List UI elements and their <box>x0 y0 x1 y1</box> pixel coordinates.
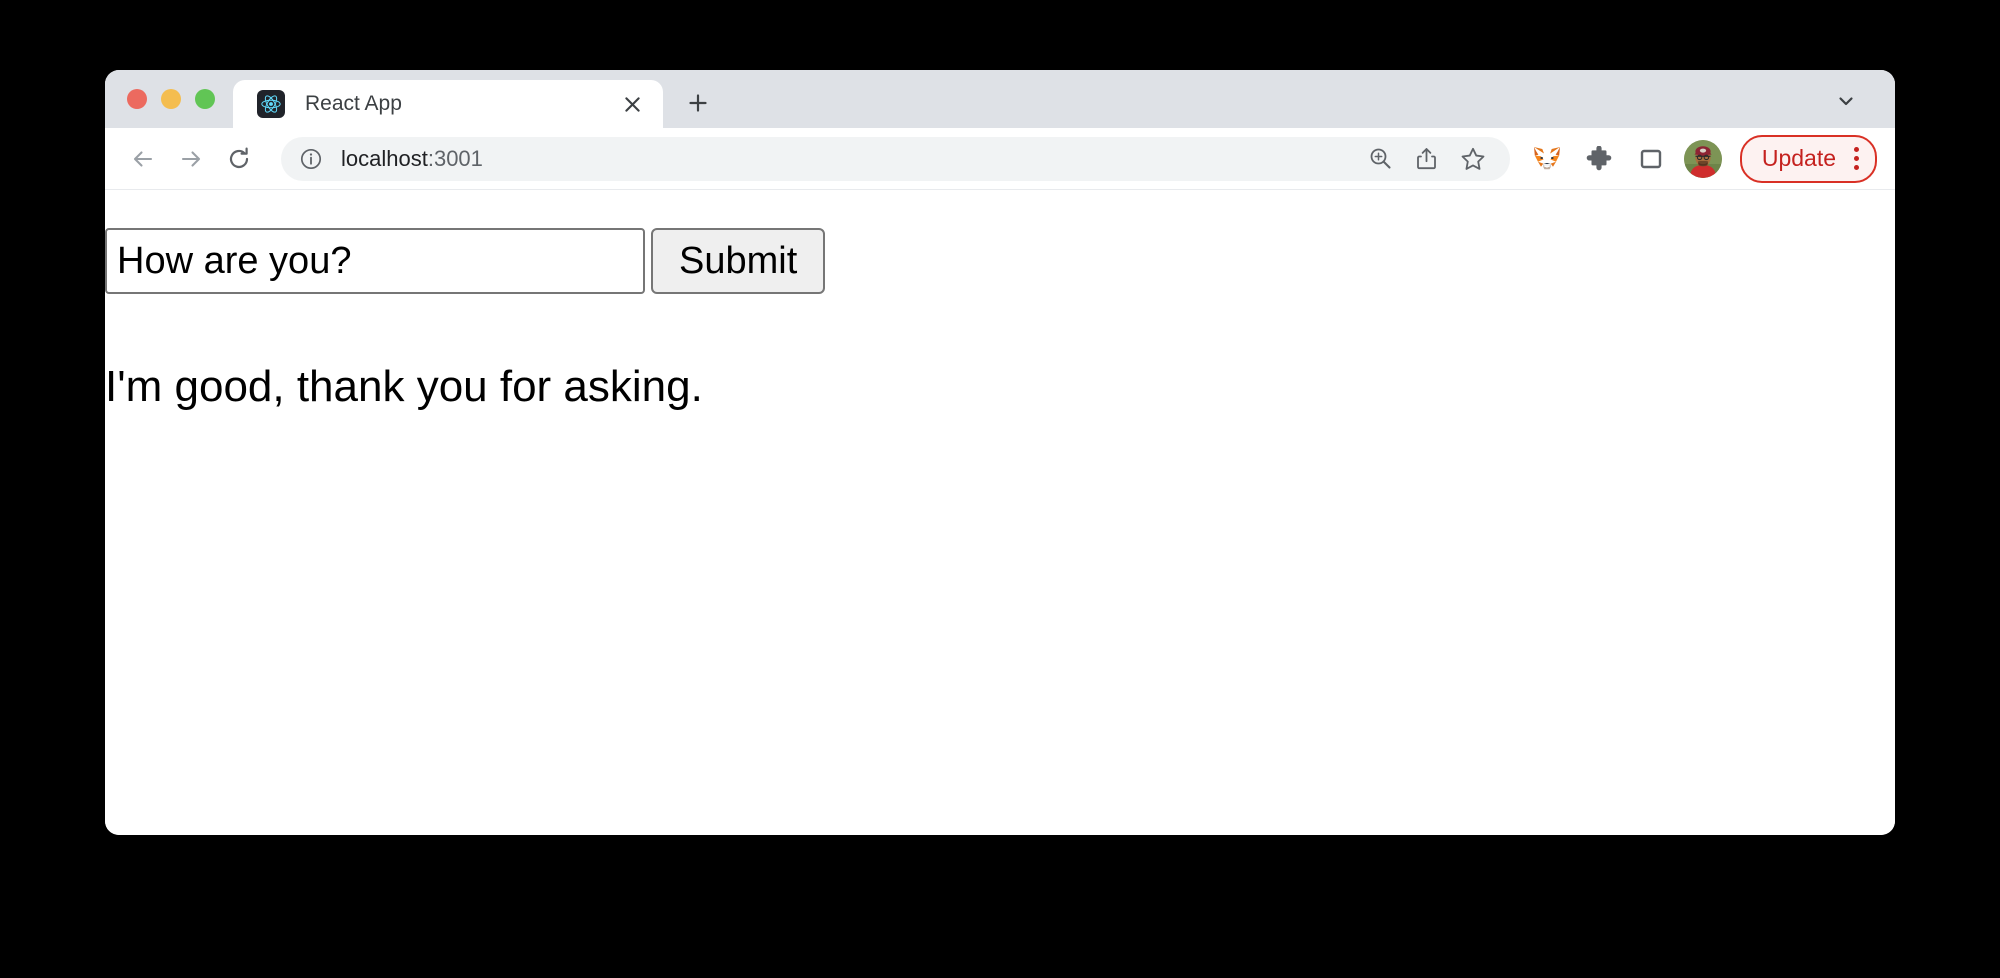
info-circle-icon[interactable] <box>297 145 325 173</box>
side-panel-icon[interactable] <box>1628 136 1674 182</box>
page-viewport: Submit I'm good, thank you for asking. <box>105 190 1895 835</box>
puzzle-piece-icon[interactable] <box>1576 136 1622 182</box>
tab-strip: React App <box>105 70 1895 128</box>
share-icon[interactable] <box>1406 138 1448 180</box>
omnibox-actions <box>1360 138 1494 180</box>
new-tab-button[interactable] <box>677 82 719 124</box>
submit-button[interactable]: Submit <box>651 228 826 294</box>
url-host: localhost <box>341 145 428 171</box>
close-icon[interactable] <box>615 87 649 121</box>
window-traffic-lights <box>105 70 233 128</box>
update-button[interactable]: Update <box>1739 134 1877 183</box>
prompt-input[interactable] <box>105 228 645 294</box>
reload-icon[interactable] <box>215 135 263 183</box>
address-bar[interactable]: localhost:3001 <box>281 136 1510 181</box>
react-logo-icon <box>257 90 285 118</box>
url-text: localhost:3001 <box>341 146 483 172</box>
browser-toolbar: localhost:3001 Update <box>105 128 1895 190</box>
window-minimize-button[interactable] <box>161 89 181 109</box>
window-close-button[interactable] <box>127 89 147 109</box>
url-port: :3001 <box>427 145 483 171</box>
update-button-label: Update <box>1761 145 1836 171</box>
response-text: I'm good, thank you for asking. <box>105 362 703 411</box>
forward-arrow-icon[interactable] <box>167 135 215 183</box>
browser-window: React App localhost:3001 Update How are … <box>105 70 1895 835</box>
chevron-down-icon[interactable] <box>1827 82 1865 120</box>
star-icon[interactable] <box>1452 138 1494 180</box>
zoom-in-icon[interactable] <box>1360 138 1402 180</box>
tab-title: React App <box>305 92 402 115</box>
prompt-form: Submit <box>105 228 826 294</box>
three-dots-vertical-icon[interactable] <box>1848 147 1865 170</box>
back-arrow-icon[interactable] <box>119 135 167 183</box>
window-maximize-button[interactable] <box>195 89 215 109</box>
metamask-fox-icon[interactable] <box>1524 136 1570 182</box>
tab-react-app[interactable]: React App <box>233 80 663 128</box>
toolbar-right-cluster: Update <box>1524 134 1877 183</box>
profile-avatar[interactable] <box>1683 139 1722 178</box>
